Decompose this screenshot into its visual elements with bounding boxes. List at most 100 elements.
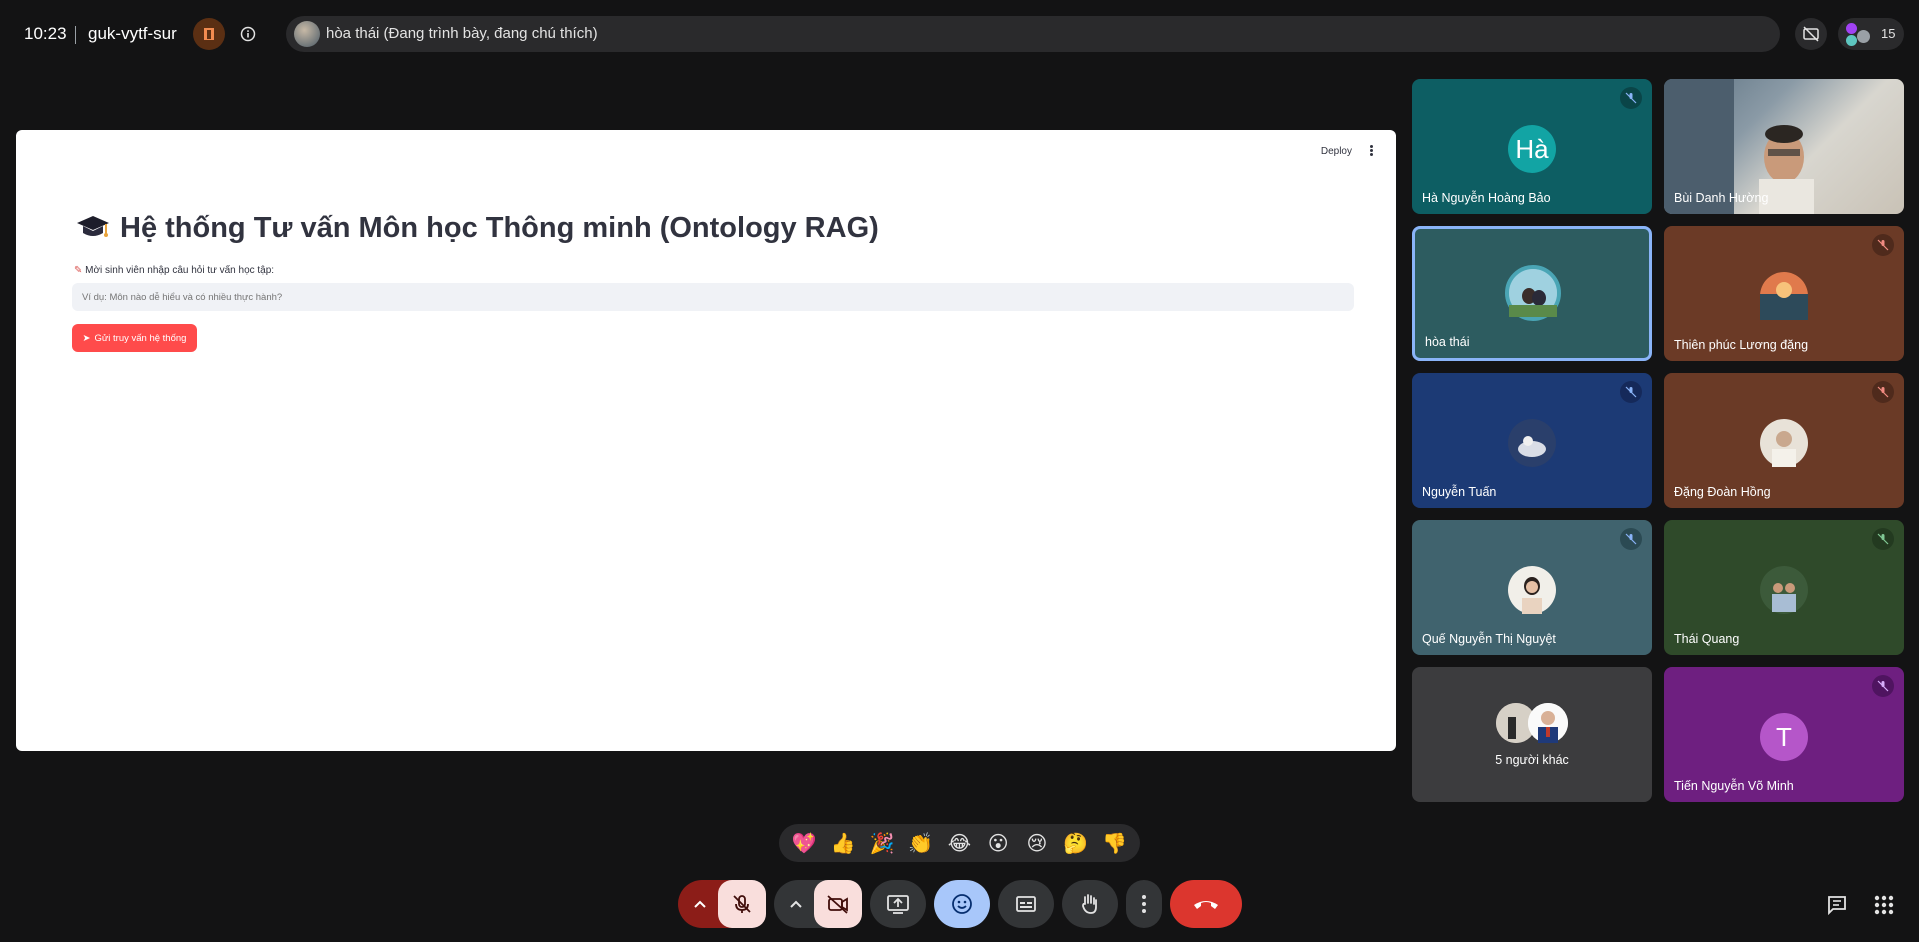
rocket-icon: ➤ <box>82 332 91 344</box>
chevron-up-icon <box>790 900 802 908</box>
reaction-thumbs-down[interactable]: 👎 <box>1098 831 1132 856</box>
call-end-icon <box>1194 901 1218 909</box>
app-title-text: Hệ thống Tư vấn Môn học Thông minh (Onto… <box>120 212 879 244</box>
shared-screen: Deploy Hệ thống Tư vấn Môn học Thông min… <box>16 130 1396 751</box>
prompt-label-text: Mời sinh viên nhập câu hỏi tư vấn học tậ… <box>85 265 275 276</box>
reaction-party[interactable]: 🎉 <box>865 831 899 856</box>
mic-toggle-button[interactable] <box>718 880 766 928</box>
avatar-photo <box>1508 419 1556 467</box>
participant-dot <box>1846 23 1857 34</box>
participant-name: Thiên phúc Lương đặng <box>1674 338 1809 352</box>
presenter-status: hòa thái (Đang trình bày, đang chú thích… <box>326 25 598 42</box>
others-tile[interactable]: 5 người khác <box>1412 667 1652 802</box>
participant-tile[interactable]: Đặng Đoàn Hồng <box>1664 373 1904 508</box>
captions-button[interactable] <box>998 880 1054 928</box>
query-input[interactable] <box>72 283 1354 311</box>
avatar-photo <box>1760 566 1808 614</box>
camera-toggle-button[interactable] <box>814 880 862 928</box>
avatar-photo <box>1508 566 1556 614</box>
mic-off-icon <box>1620 381 1642 403</box>
chat-icon <box>1828 896 1846 916</box>
mic-off-icon <box>733 895 751 913</box>
pencil-icon: ✎ <box>74 265 83 276</box>
participant-tile[interactable]: Hà Hà Nguyễn Hoàng Bảo <box>1412 79 1652 214</box>
door-icon <box>204 28 214 40</box>
chevron-up-icon <box>694 900 706 908</box>
avatar <box>1528 703 1568 743</box>
participant-dot <box>1846 35 1857 46</box>
participant-name: Hà Nguyễn Hoàng Bảo <box>1422 191 1551 205</box>
reactions-bar: 💖 👍 🎉 👏 😂 😮 😢 🤔 👎 <box>779 824 1140 862</box>
avatar-photo <box>1509 269 1557 317</box>
mic-off-icon <box>1620 528 1642 550</box>
avatar: T <box>1760 713 1808 761</box>
apps-grid-icon <box>1874 895 1894 915</box>
mic-off-icon <box>1872 675 1894 697</box>
reaction-heart[interactable]: 💖 <box>787 831 821 856</box>
more-vert-icon <box>1142 895 1146 913</box>
deploy-button[interactable]: Deploy <box>1321 146 1352 157</box>
captions-off-button[interactable] <box>1795 18 1827 50</box>
video-options-button[interactable] <box>774 880 818 928</box>
captions-icon <box>1016 896 1036 912</box>
participant-name: Bùi Danh Hường <box>1674 191 1769 205</box>
participant-name: Quế Nguyễn Thị Nguyệt <box>1422 632 1556 646</box>
present-screen-icon <box>887 895 909 914</box>
reaction-surprised[interactable]: 😮 <box>981 831 1015 856</box>
meeting-code: guk-vytf-sur <box>88 24 177 43</box>
avatar: Hà <box>1508 125 1556 173</box>
captions-off-icon <box>1803 26 1819 42</box>
participant-name: Thái Quang <box>1674 632 1740 646</box>
prompt-label: ✎ Mời sinh viên nhập câu hỏi tư vấn học … <box>74 265 274 276</box>
participant-dot <box>1857 30 1870 43</box>
participant-tile[interactable]: Nguyễn Tuấn <box>1412 373 1652 508</box>
participant-tile[interactable]: Quế Nguyễn Thị Nguyệt <box>1412 520 1652 655</box>
others-label: 5 người khác <box>1495 753 1569 767</box>
reaction-clap[interactable]: 👏 <box>904 831 938 856</box>
participant-count: 15 <box>1881 26 1896 41</box>
reaction-thumbs-up[interactable]: 👍 <box>826 831 860 856</box>
chat-button[interactable] <box>1822 890 1852 920</box>
meeting-info-button[interactable] <box>234 20 262 48</box>
mic-off-icon <box>1872 234 1894 256</box>
presenter-avatar <box>294 21 320 47</box>
avatar <box>1508 419 1556 467</box>
more-options-button[interactable] <box>1126 880 1162 928</box>
activities-button[interactable] <box>1869 890 1899 920</box>
presenter-banner[interactable]: hòa thái (Đang trình bày, đang chú thích… <box>286 16 1780 52</box>
raise-hand-button[interactable] <box>1062 880 1118 928</box>
mic-off-icon <box>1872 528 1894 550</box>
audio-options-button[interactable] <box>678 880 722 928</box>
reaction-thinking[interactable]: 🤔 <box>1059 831 1093 856</box>
avatar <box>1505 265 1561 321</box>
reactions-button[interactable] <box>934 880 990 928</box>
avatar <box>1508 566 1556 614</box>
reaction-laugh[interactable]: 😂 <box>942 831 976 856</box>
mic-off-icon <box>1620 87 1642 109</box>
participant-tile[interactable]: hòa thái <box>1412 226 1652 361</box>
submit-query-button[interactable]: ➤ Gửi truy vấn hệ thống <box>72 324 197 352</box>
participant-tile[interactable]: T Tiến Nguyễn Võ Minh <box>1664 667 1904 802</box>
present-screen-button[interactable] <box>870 880 926 928</box>
avatar-photo <box>1760 272 1808 320</box>
host-controls-button[interactable] <box>193 18 225 50</box>
participant-tile[interactable]: Thái Quang <box>1664 520 1904 655</box>
app-title: Hệ thống Tư vấn Môn học Thông minh (Onto… <box>76 212 879 245</box>
avatar <box>1760 272 1808 320</box>
participant-tile[interactable]: Thiên phúc Lương đặng <box>1664 226 1904 361</box>
leave-call-button[interactable] <box>1170 880 1242 928</box>
camera-control-group <box>774 880 862 928</box>
reaction-sad[interactable]: 😢 <box>1020 831 1054 856</box>
participant-name: hòa thái <box>1425 335 1470 349</box>
more-vert-icon[interactable] <box>1366 144 1376 158</box>
graduation-cap-icon <box>76 214 110 238</box>
clock-time: 10:23 <box>24 24 67 43</box>
participant-name: Tiến Nguyễn Võ Minh <box>1674 779 1794 793</box>
top-bar: 10:23 guk-vytf-sur hòa thái (Đang trình … <box>0 14 1919 54</box>
participants-button[interactable]: 15 <box>1838 18 1904 50</box>
submit-query-label: Gửi truy vấn hệ thống <box>94 332 187 344</box>
mic-control-group <box>678 880 766 928</box>
avatar <box>1760 566 1808 614</box>
participant-tile[interactable]: Bùi Danh Hường <box>1664 79 1904 214</box>
participant-name: Đặng Đoàn Hồng <box>1674 485 1771 499</box>
